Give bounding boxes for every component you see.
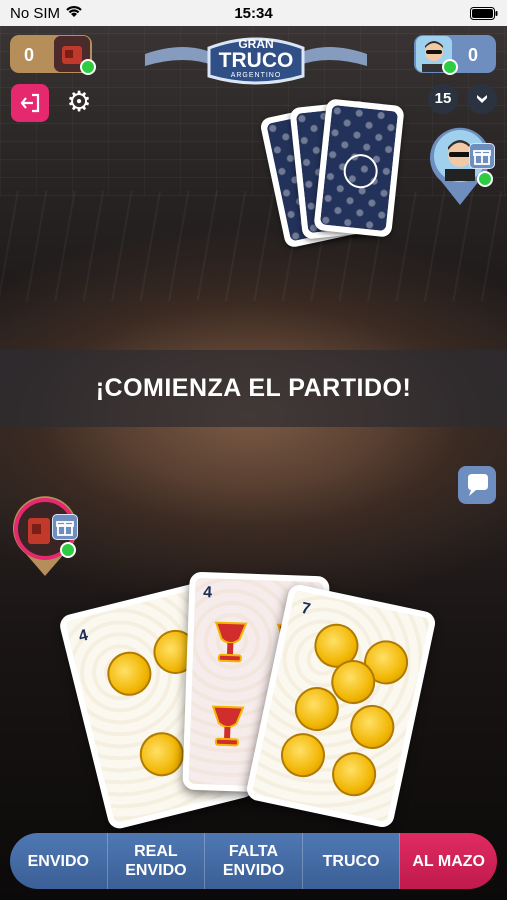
player-pin[interactable]: [10, 494, 80, 578]
player-score: 0: [24, 45, 35, 65]
banner-text: ¡COMIENZA EL PARTIDO!: [95, 374, 412, 402]
round-counter: 15: [428, 84, 458, 114]
opponent-score: 0: [468, 45, 479, 65]
real-envido-button[interactable]: REAL ENVIDO: [107, 833, 206, 889]
cup-icon: [214, 621, 248, 663]
online-indicator: [477, 171, 493, 187]
player-score-badge: 0: [10, 35, 96, 75]
chat-bubble-icon: [468, 474, 488, 496]
game-logo: GRAN TRUCO ARGENTINO: [145, 32, 367, 92]
status-bar: No SIM 15:34: [0, 0, 507, 26]
gift-icon[interactable]: [469, 143, 495, 169]
chat-button[interactable]: [458, 466, 496, 504]
battery-icon: [470, 7, 498, 24]
online-indicator: [60, 542, 76, 558]
truco-button[interactable]: TRUCO: [302, 833, 401, 889]
floor-planks: [0, 191, 507, 301]
logo-line2: TRUCO: [218, 49, 294, 72]
gift-icon[interactable]: [52, 514, 78, 540]
exit-button[interactable]: [11, 84, 49, 122]
match-start-banner: ¡COMIENZA EL PARTIDO!: [0, 350, 507, 427]
envido-button[interactable]: ENVIDO: [10, 833, 108, 889]
deck-icon: [477, 95, 487, 103]
falta-envido-button[interactable]: FALTA ENVIDO: [205, 833, 303, 889]
opponent-card-back: [313, 98, 405, 238]
gear-icon: ⚙: [66, 86, 92, 117]
settings-button[interactable]: ⚙: [63, 86, 95, 118]
logo-line3: ARGENTINO: [230, 72, 282, 79]
exit-icon: [20, 93, 40, 113]
clock: 15:34: [234, 5, 273, 22]
online-indicator: [80, 59, 96, 75]
opponent-score-badge: 0: [414, 35, 496, 75]
cup-icon: [211, 705, 245, 747]
online-indicator: [442, 59, 458, 75]
card-rank: 4: [202, 584, 213, 602]
action-bar: ENVIDO REAL ENVIDO FALTA ENVIDO TRUCO AL…: [10, 833, 497, 889]
opponent-player-pin[interactable]: [427, 123, 495, 207]
deck-suit-button[interactable]: [467, 84, 497, 114]
al-mazo-button[interactable]: AL MAZO: [400, 833, 497, 889]
